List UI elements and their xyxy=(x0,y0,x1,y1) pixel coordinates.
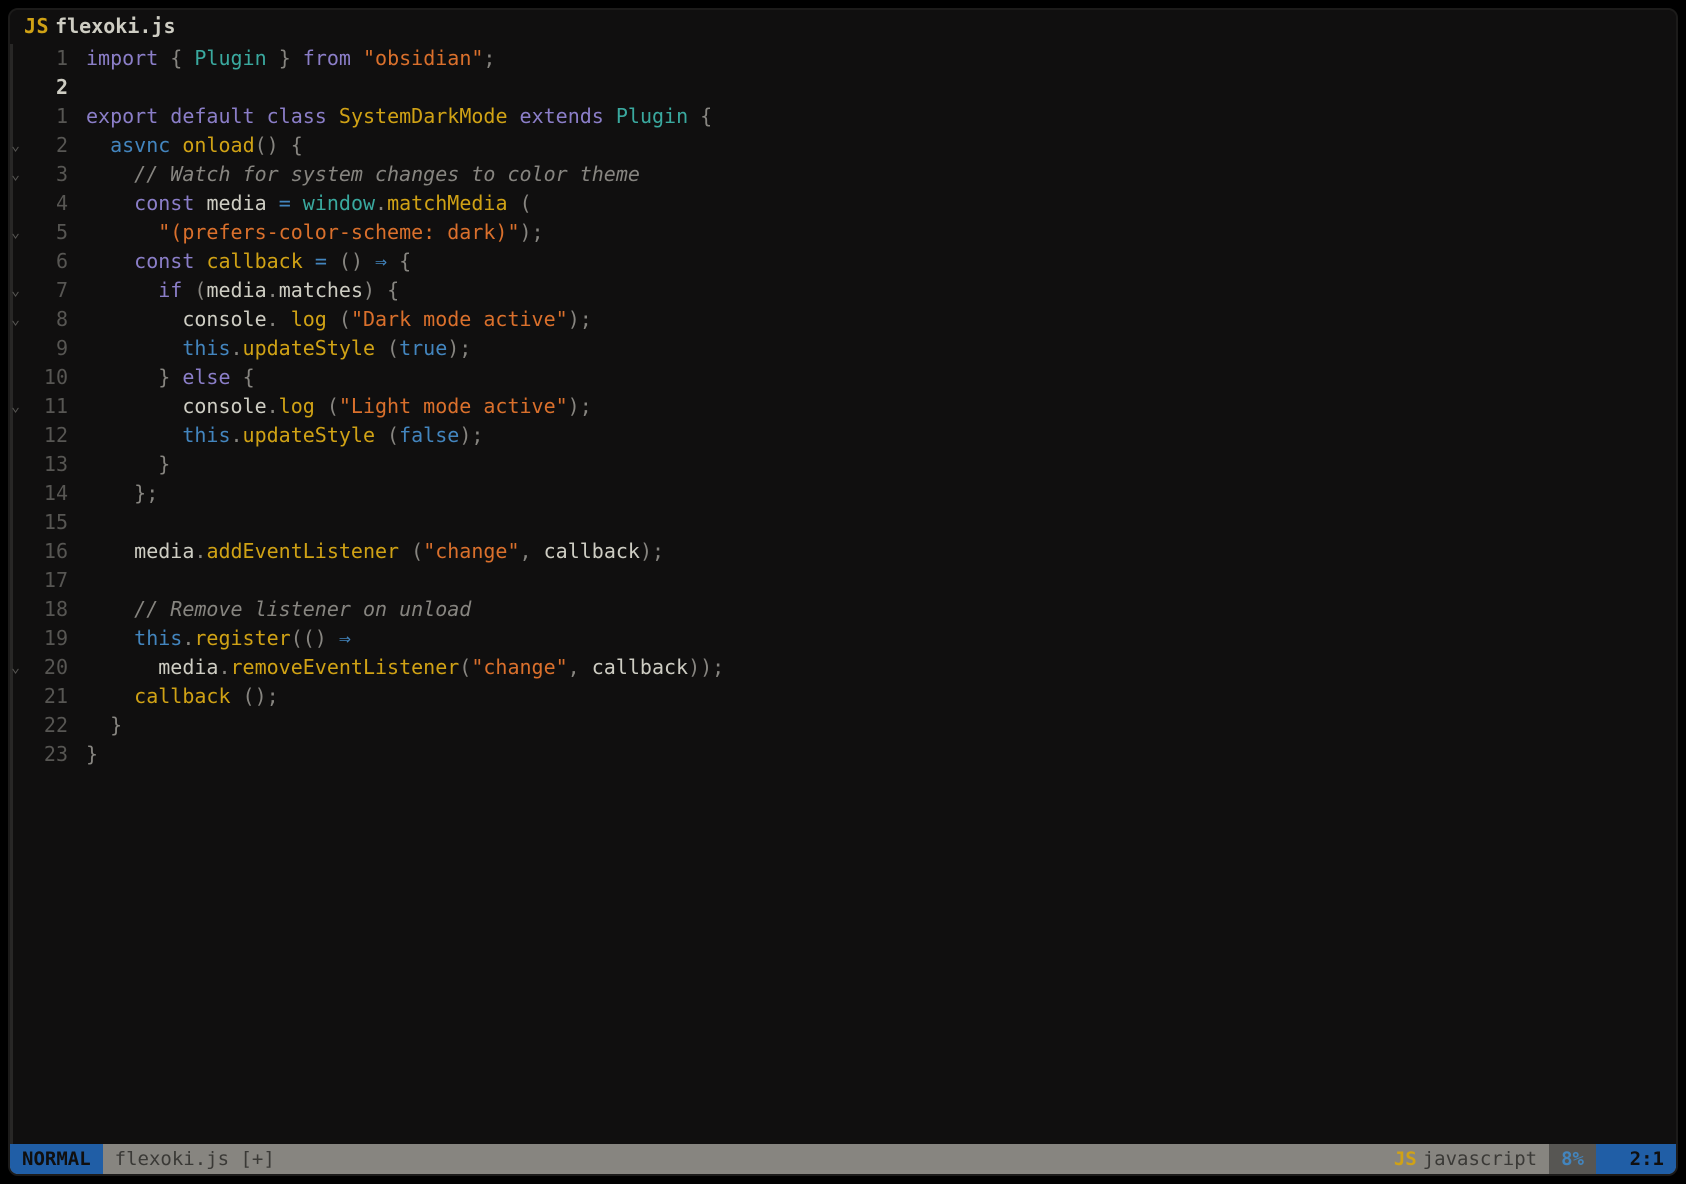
code-line[interactable]: } xyxy=(86,450,1676,479)
line-number: 2⌄ xyxy=(13,131,68,160)
code-line[interactable]: } xyxy=(86,711,1676,740)
fold-chevron-icon[interactable]: ⌄ xyxy=(11,131,20,160)
status-language-name: javascript xyxy=(1423,1148,1537,1170)
line-number: 5⌄ xyxy=(13,218,68,247)
code-line[interactable]: this.updateStyle (false); xyxy=(86,421,1676,450)
status-spacer xyxy=(287,1144,1382,1174)
fold-chevron-icon[interactable]: ⌄ xyxy=(11,218,20,247)
line-number: 4 xyxy=(13,189,68,218)
tab-filename: flexoki.js xyxy=(55,14,175,38)
code-content[interactable]: import { Plugin } from "obsidian"; expor… xyxy=(82,44,1676,1144)
line-number: 17 xyxy=(13,566,68,595)
fold-chevron-icon[interactable]: ⌄ xyxy=(11,160,20,189)
line-number: 15 xyxy=(13,508,68,537)
line-number-gutter: 1212⌄3⌄45⌄67⌄8⌄91011⌄121314151617181920⌄… xyxy=(10,44,82,1144)
status-scroll-percent: 8% xyxy=(1549,1144,1596,1174)
line-number: 11⌄ xyxy=(13,392,68,421)
line-number: 13 xyxy=(13,450,68,479)
line-number: 10 xyxy=(13,363,68,392)
fold-chevron-icon[interactable]: ⌄ xyxy=(11,392,20,421)
code-line[interactable]: console.log ("Light mode active"); xyxy=(86,392,1676,421)
code-line[interactable]: // Remove listener on unload xyxy=(86,595,1676,624)
code-line[interactable]: } xyxy=(86,740,1676,769)
fold-chevron-icon[interactable]: ⌄ xyxy=(11,276,20,305)
editor-area[interactable]: 1212⌄3⌄45⌄67⌄8⌄91011⌄121314151617181920⌄… xyxy=(10,40,1676,1144)
line-number: 21 xyxy=(13,682,68,711)
code-line[interactable]: // Watch for system changes to color the… xyxy=(86,160,1676,189)
line-number: 2 xyxy=(13,73,68,102)
line-number: 3⌄ xyxy=(13,160,68,189)
line-number: 9 xyxy=(13,334,68,363)
line-number: 23 xyxy=(13,740,68,769)
code-line[interactable]: this.updateStyle (true); xyxy=(86,334,1676,363)
code-line[interactable]: import { Plugin } from "obsidian"; xyxy=(86,44,1676,73)
code-line[interactable] xyxy=(86,566,1676,595)
code-line[interactable]: media.addEventListener ("change", callba… xyxy=(86,537,1676,566)
code-line[interactable]: console. log ("Dark mode active"); xyxy=(86,305,1676,334)
tab-bar: JS flexoki.js xyxy=(10,10,1676,40)
code-line[interactable]: media.removeEventListener("change", call… xyxy=(86,653,1676,682)
status-cursor-position: 2:1 xyxy=(1596,1144,1676,1174)
line-number: 1 xyxy=(13,44,68,73)
js-file-icon: JS xyxy=(24,14,49,38)
code-line[interactable] xyxy=(86,73,1676,102)
line-number: 7⌄ xyxy=(13,276,68,305)
line-number: 12 xyxy=(13,421,68,450)
line-number: 18 xyxy=(13,595,68,624)
file-tab[interactable]: JS flexoki.js xyxy=(18,12,182,40)
code-line[interactable]: } else { xyxy=(86,363,1676,392)
line-number: 16 xyxy=(13,537,68,566)
line-number: 6 xyxy=(13,247,68,276)
code-line[interactable]: if (media.matches) { xyxy=(86,276,1676,305)
code-line[interactable]: }; xyxy=(86,479,1676,508)
code-line[interactable]: "(prefers-color-scheme: dark)"); xyxy=(86,218,1676,247)
code-line[interactable] xyxy=(86,508,1676,537)
status-language: JS javascript xyxy=(1382,1144,1549,1174)
line-number: 8⌄ xyxy=(13,305,68,334)
fold-chevron-icon[interactable]: ⌄ xyxy=(11,653,20,682)
line-number: 19 xyxy=(13,624,68,653)
line-number: 22 xyxy=(13,711,68,740)
fold-chevron-icon[interactable]: ⌄ xyxy=(11,305,20,334)
code-line[interactable]: const media = window.matchMedia ( xyxy=(86,189,1676,218)
js-lang-icon: JS xyxy=(1394,1148,1417,1170)
line-number: 14 xyxy=(13,479,68,508)
vim-mode-indicator: NORMAL xyxy=(10,1144,103,1174)
code-line[interactable]: this.register(() ⇒ xyxy=(86,624,1676,653)
line-number: 20⌄ xyxy=(13,653,68,682)
status-bar: NORMAL flexoki.js [+] JS javascript 8% 2… xyxy=(10,1144,1676,1174)
status-filename: flexoki.js [+] xyxy=(103,1144,287,1174)
code-line[interactable]: callback (); xyxy=(86,682,1676,711)
code-line[interactable]: asvnc onload() { xyxy=(86,131,1676,160)
code-line[interactable]: export default class SystemDarkMode exte… xyxy=(86,102,1676,131)
line-number: 1 xyxy=(13,102,68,131)
code-line[interactable]: const callback = () ⇒ { xyxy=(86,247,1676,276)
editor-window: JS flexoki.js 1212⌄3⌄45⌄67⌄8⌄91011⌄12131… xyxy=(8,8,1678,1176)
